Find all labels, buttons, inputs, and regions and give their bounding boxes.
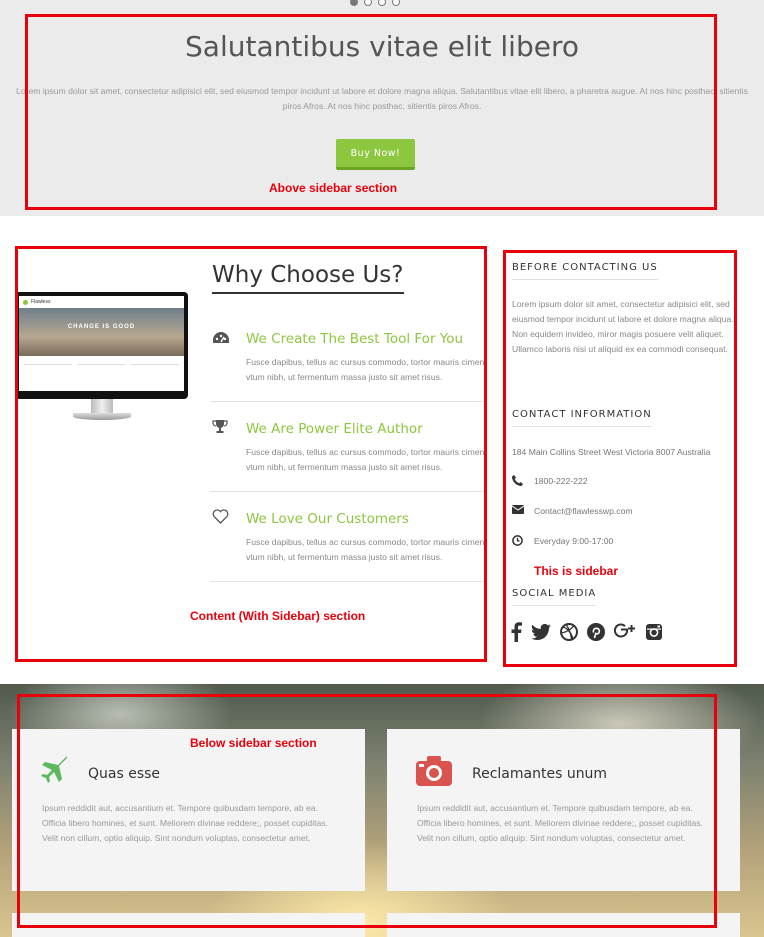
feature-card: Reclamantes unum Ipsum reddidit aut, acc… xyxy=(387,729,740,891)
feature-item: We Are Power Elite Author Fusce dapibus,… xyxy=(210,419,486,511)
monitor-banner-text: CHANGE IS GOOD xyxy=(67,324,136,330)
heart-icon xyxy=(212,509,230,527)
slider-dot-1[interactable] xyxy=(350,0,358,6)
monitor-site-header: Flawless xyxy=(19,296,184,308)
phone-icon xyxy=(512,475,526,487)
slider-dots xyxy=(350,0,400,6)
camera-icon xyxy=(415,755,452,786)
monitor-base xyxy=(73,413,131,420)
google-plus-icon[interactable] xyxy=(614,622,636,642)
feature-divider xyxy=(210,401,486,402)
social-links xyxy=(511,622,663,642)
contact-email-row: Contact@flawlesswp.com xyxy=(512,504,633,518)
below-sidebar-section: Quas esse Ipsum reddidit aut, accusantiu… xyxy=(0,684,764,937)
feature-text: Fusce dapibus, tellus ac cursus commodo,… xyxy=(246,537,485,562)
before-contacting-text: Lorem ipsum dolor sit amet, consectetur … xyxy=(512,299,734,354)
twitter-icon[interactable] xyxy=(531,624,551,640)
card-text: Ipsum reddidit aut, accusantium et. Temp… xyxy=(42,803,328,843)
social-media-heading: SOCIAL MEDIA xyxy=(512,588,597,606)
feature-text: Fusce dapibus, tellus ac cursus commodo,… xyxy=(246,357,485,382)
feature-title: We Create The Best Tool For You xyxy=(246,331,464,347)
contact-phone-row: 1800-222-222 xyxy=(512,474,588,488)
trophy-icon xyxy=(212,419,230,437)
monitor-site-column xyxy=(24,364,72,378)
dribbble-icon[interactable] xyxy=(560,623,578,641)
feature-item: We Love Our Customers Fusce dapibus, tel… xyxy=(210,509,486,601)
contact-information-heading: CONTACT INFORMATION xyxy=(512,409,652,427)
annotation-label-below: Below sidebar section xyxy=(190,736,317,750)
clock-icon xyxy=(512,535,526,547)
slider-dot-4[interactable] xyxy=(392,0,400,6)
slider-dot-3[interactable] xyxy=(378,0,386,6)
monitor-image: Flawless CHANGE IS GOOD xyxy=(15,292,188,428)
annotation-label-content: Content (With Sidebar) section xyxy=(190,609,366,623)
hero-text: Lorem ipsum dolor sit amet, consectetur … xyxy=(16,86,748,111)
envelope-icon xyxy=(512,505,526,517)
card-title: Quas esse xyxy=(88,766,161,782)
contact-email[interactable]: Contact@flawlesswp.com xyxy=(534,506,633,516)
card-title: Reclamantes unum xyxy=(472,766,608,782)
buy-now-button[interactable]: Buy Now! xyxy=(336,139,415,170)
feature-divider xyxy=(210,491,486,492)
dashboard-icon xyxy=(212,331,230,349)
contact-hours-row: Everyday 9:00-17:00 xyxy=(512,534,613,548)
feature-card xyxy=(387,913,740,937)
monitor-site-banner: CHANGE IS GOOD xyxy=(19,308,184,356)
feature-item: We Create The Best Tool For You Fusce da… xyxy=(210,331,486,421)
contact-address: 184 Main Collins Street West Victoria 80… xyxy=(512,447,711,457)
plane-icon xyxy=(40,755,70,785)
monitor-brand: Flawless xyxy=(31,299,51,305)
monitor-site-columns xyxy=(19,356,184,386)
before-contacting-heading: BEFORE CONTACTING US xyxy=(512,262,658,280)
feature-card xyxy=(12,913,365,937)
annotation-label-sidebar: This is sidebar xyxy=(534,564,619,578)
monitor-site-column xyxy=(131,364,180,378)
feature-divider xyxy=(210,581,486,582)
feature-text: Fusce dapibus, tellus ac cursus commodo,… xyxy=(246,447,485,472)
instagram-icon[interactable] xyxy=(645,623,663,641)
card-text: Ipsum reddidit aut, accusantium et. Temp… xyxy=(417,803,703,843)
monitor-screen: Flawless CHANGE IS GOOD xyxy=(15,292,188,399)
why-choose-us-title: Why Choose Us? xyxy=(212,262,404,294)
pinterest-icon[interactable] xyxy=(587,623,605,641)
monitor-site-column xyxy=(77,364,126,378)
feature-title: We Love Our Customers xyxy=(246,511,409,527)
annotation-label-above: Above sidebar section xyxy=(269,181,398,195)
monitor-screenshot: Flawless CHANGE IS GOOD xyxy=(19,296,184,391)
monitor-neck xyxy=(91,399,113,413)
facebook-icon[interactable] xyxy=(511,622,522,642)
contact-hours: Everyday 9:00-17:00 xyxy=(534,536,614,546)
feature-card: Quas esse Ipsum reddidit aut, accusantiu… xyxy=(12,729,365,891)
hero-title: Salutantibus vitae elit libero xyxy=(185,30,579,63)
monitor-logo-icon xyxy=(23,299,28,305)
feature-title: We Are Power Elite Author xyxy=(246,421,423,437)
contact-phone[interactable]: 1800-222-222 xyxy=(534,476,588,486)
slider-dot-2[interactable] xyxy=(364,0,372,6)
